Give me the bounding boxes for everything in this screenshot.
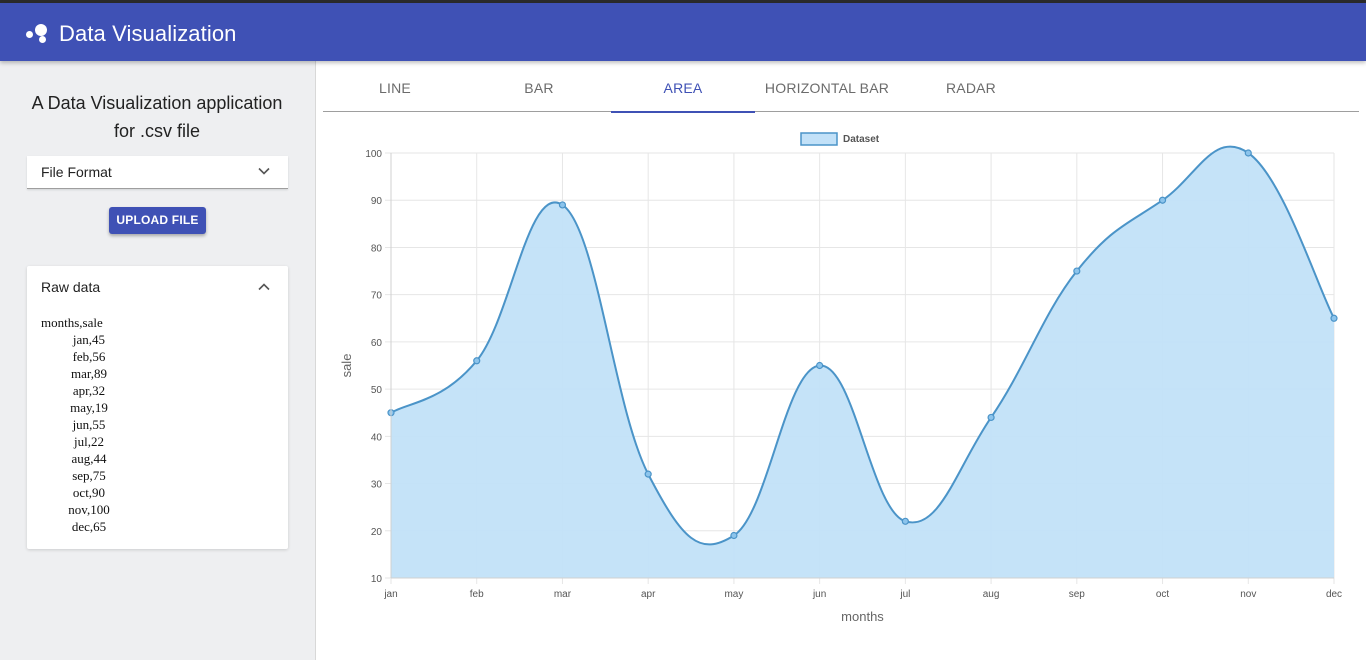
raw-data-line: oct,90 [72,485,106,500]
raw-data-line: nov,100 [68,502,110,517]
raw-data-panel: Raw data months,sale jan,45 feb,56 mar,89 ap… [27,266,288,549]
tab-horizontal-bar[interactable]: HORIZONTAL BAR [755,61,899,112]
main-content: LINE BAR AREA HORIZONTAL BAR RADAR 10 20 30 40 5… [316,61,1366,660]
y-tick-label: 70 [371,291,383,302]
x-tick-label: dec [1326,589,1342,600]
y-tick-label: 40 [371,432,383,443]
data-point [558,201,567,209]
legend-label: Dataset [843,134,880,145]
tab-radar[interactable]: RADAR [899,61,1043,112]
app-description: A Data Visualization application for .cs… [0,89,314,145]
tab-bar[interactable]: BAR [467,61,611,112]
data-point [1158,196,1167,204]
bubbles-icon [26,20,50,44]
raw-data-line: feb,56 [72,349,106,364]
data-point [1073,267,1081,275]
file-format-select[interactable]: File Format [27,156,288,189]
raw-data-line: dec,65 [71,519,107,534]
data-point [901,517,909,525]
data-point [987,413,995,422]
data-point [730,531,738,540]
chart-type-tabs: LINE BAR AREA HORIZONTAL BAR RADAR [323,61,1359,113]
app-description-line-1: A Data Visualization application [31,93,283,113]
y-tick-label: 50 [371,385,383,396]
raw-data-line: mar,89 [71,366,107,381]
raw-data-line: may,19 [70,400,108,415]
raw-data-line: jul,22 [74,434,104,449]
chevron-down-icon [258,167,270,175]
app-bar: Data Visualization [0,3,1366,61]
raw-data-line: jan,45 [72,332,106,347]
raw-data-line: aug,44 [71,451,107,466]
y-tick-label: 10 [371,574,383,585]
legend-swatch [800,132,838,146]
raw-data-line: sep,75 [72,468,106,483]
raw-data-title[interactable]: Raw data [41,279,100,295]
series-area-fill [391,146,1334,579]
data-point [816,361,824,370]
app-description-line-2: for .csv file [113,121,201,141]
sidebar: A Data Visualization application for .cs… [0,61,316,660]
x-tick-label: sep [1069,589,1086,600]
x-tick-label: aug [983,589,1000,600]
y-tick-label: 30 [371,480,383,491]
raw-data-content: months,sale jan,45 feb,56 mar,89 apr,32 may,1… [41,314,137,535]
x-tick-label: mar [554,589,572,600]
chevron-up-icon[interactable] [258,281,270,293]
area-chart: 10 20 30 40 50 60 70 80 90 100 jan feb mar apr may jun j… [339,132,1342,624]
data-point [1244,149,1252,157]
tab-area[interactable]: AREA [611,61,755,113]
x-tick-label: feb [470,589,484,600]
raw-data-line: jun,55 [72,417,106,432]
chart-area: 10 20 30 40 50 60 70 80 90 100 jan feb mar apr may jun j… [316,112,1366,660]
x-tick-label: oct [1156,589,1170,600]
x-tick-label: apr [641,589,656,600]
y-tick-label: 60 [371,338,383,349]
raw-data-header-line: months,sale [41,315,103,330]
app-title: Data Visualization [59,21,237,46]
y-tick-label: 80 [371,243,383,254]
y-tick-label: 20 [371,527,383,538]
data-point [473,357,481,365]
x-tick-label: nov [1240,589,1256,600]
x-tick-label: jan [383,589,397,600]
y-tick-label: 90 [371,196,383,207]
tab-line[interactable]: LINE [323,61,467,112]
x-tick-label: jun [812,589,826,600]
y-tick-label: 100 [365,149,382,160]
x-tick-label: may [724,589,743,600]
y-axis-title: sale [339,354,354,378]
x-tick-label: jul [899,589,910,600]
x-axis-title: months [841,609,884,624]
file-format-label: File Format [41,164,112,180]
data-point [1330,314,1338,322]
upload-file-button[interactable]: UPLOAD FILE [109,207,206,234]
data-point [644,470,652,478]
raw-data-line: apr,32 [72,383,106,398]
